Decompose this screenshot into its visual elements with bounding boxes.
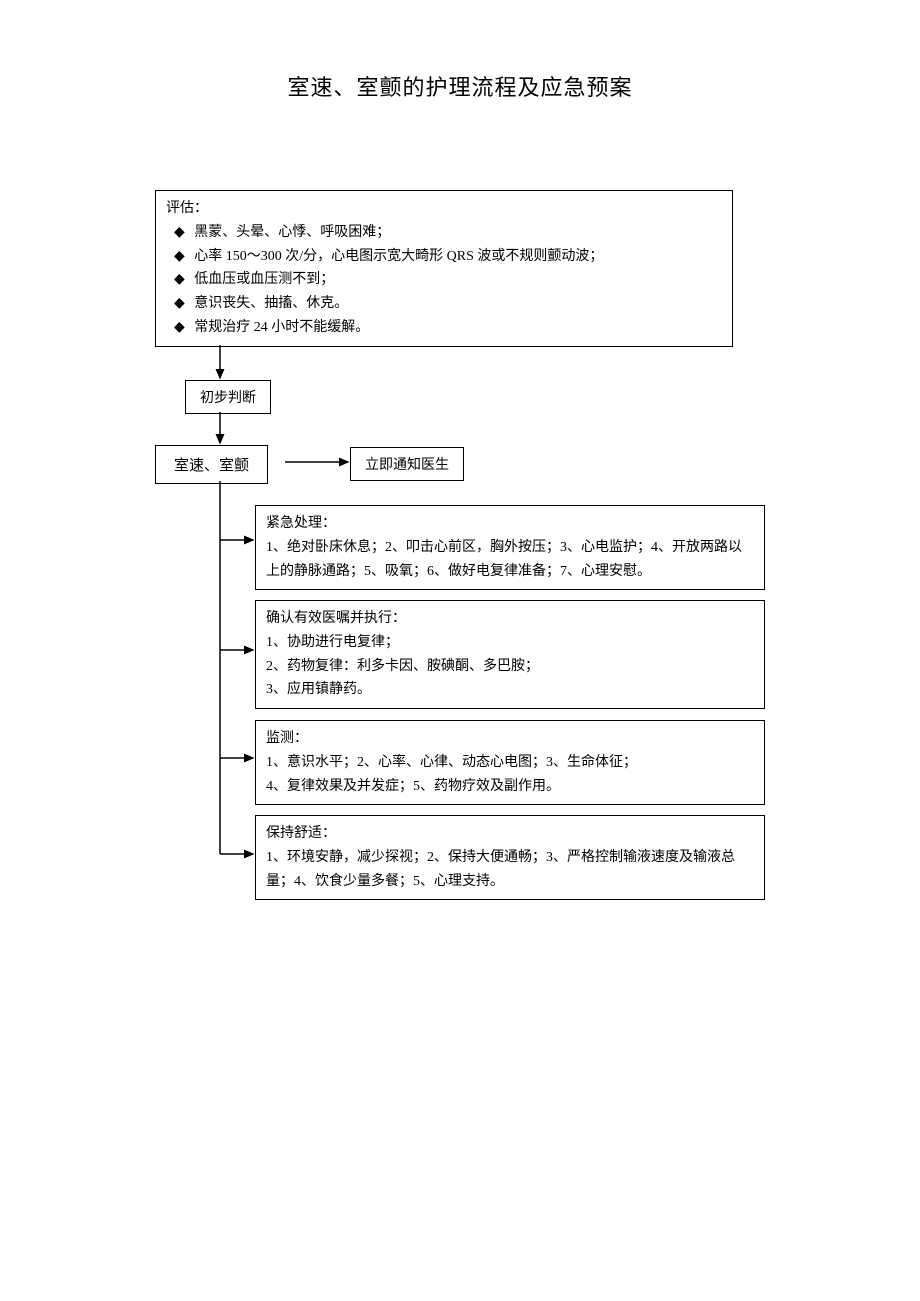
box-emergency: 紧急处理： 1、绝对卧床休息；2、叩击心前区，胸外按压；3、心电监护；4、开放两… xyxy=(255,505,765,590)
box-diagnosis: 室速、室颤 xyxy=(155,445,268,484)
comfort-heading: 保持舒适： xyxy=(266,822,754,846)
evaluate-item: 黑蒙、头晕、心悸、呼吸困难； xyxy=(166,221,722,245)
box-comfort: 保持舒适： 1、环境安静，减少探视；2、保持大便通畅；3、严格控制输液速度及输液… xyxy=(255,815,765,900)
confirm-line3: 3、应用镇静药。 xyxy=(266,678,754,702)
monitor-heading: 监测： xyxy=(266,727,754,751)
emergency-heading: 紧急处理： xyxy=(266,512,754,536)
evaluate-heading: 评估： xyxy=(166,197,722,221)
confirm-line1: 1、协助进行电复律； xyxy=(266,631,754,655)
monitor-line2: 4、复律效果及并发症；5、药物疗效及副作用。 xyxy=(266,775,754,799)
evaluate-item: 心率 150～300 次/分，心电图示宽大畸形 QRS 波或不规则颤动波； xyxy=(166,245,722,269)
monitor-line1: 1、意识水平；2、心率、心律、动态心电图；3、生命体征； xyxy=(266,751,754,775)
box-evaluate: 评估： 黑蒙、头晕、心悸、呼吸困难； 心率 150～300 次/分，心电图示宽大… xyxy=(155,190,733,347)
box-notify: 立即通知医生 xyxy=(350,447,464,481)
evaluate-item: 常规治疗 24 小时不能缓解。 xyxy=(166,316,722,340)
emergency-body: 1、绝对卧床休息；2、叩击心前区，胸外按压；3、心电监护；4、开放两路以上的静脉… xyxy=(266,536,754,584)
evaluate-item: 意识丧失、抽搐、休克。 xyxy=(166,292,722,316)
evaluate-list: 黑蒙、头晕、心悸、呼吸困难； 心率 150～300 次/分，心电图示宽大畸形 Q… xyxy=(166,221,722,340)
confirm-heading: 确认有效医嘱并执行： xyxy=(266,607,754,631)
comfort-body: 1、环境安静，减少探视；2、保持大便通畅；3、严格控制输液速度及输液总量；4、饮… xyxy=(266,846,754,894)
evaluate-item: 低血压或血压测不到； xyxy=(166,268,722,292)
confirm-line2: 2、药物复律：利多卡因、胺碘酮、多巴胺； xyxy=(266,655,754,679)
box-prelim: 初步判断 xyxy=(185,380,271,414)
box-monitor: 监测： 1、意识水平；2、心率、心律、动态心电图；3、生命体征； 4、复律效果及… xyxy=(255,720,765,805)
page-title: 室速、室颤的护理流程及应急预案 xyxy=(0,70,920,102)
box-confirm: 确认有效医嘱并执行： 1、协助进行电复律； 2、药物复律：利多卡因、胺碘酮、多巴… xyxy=(255,600,765,709)
